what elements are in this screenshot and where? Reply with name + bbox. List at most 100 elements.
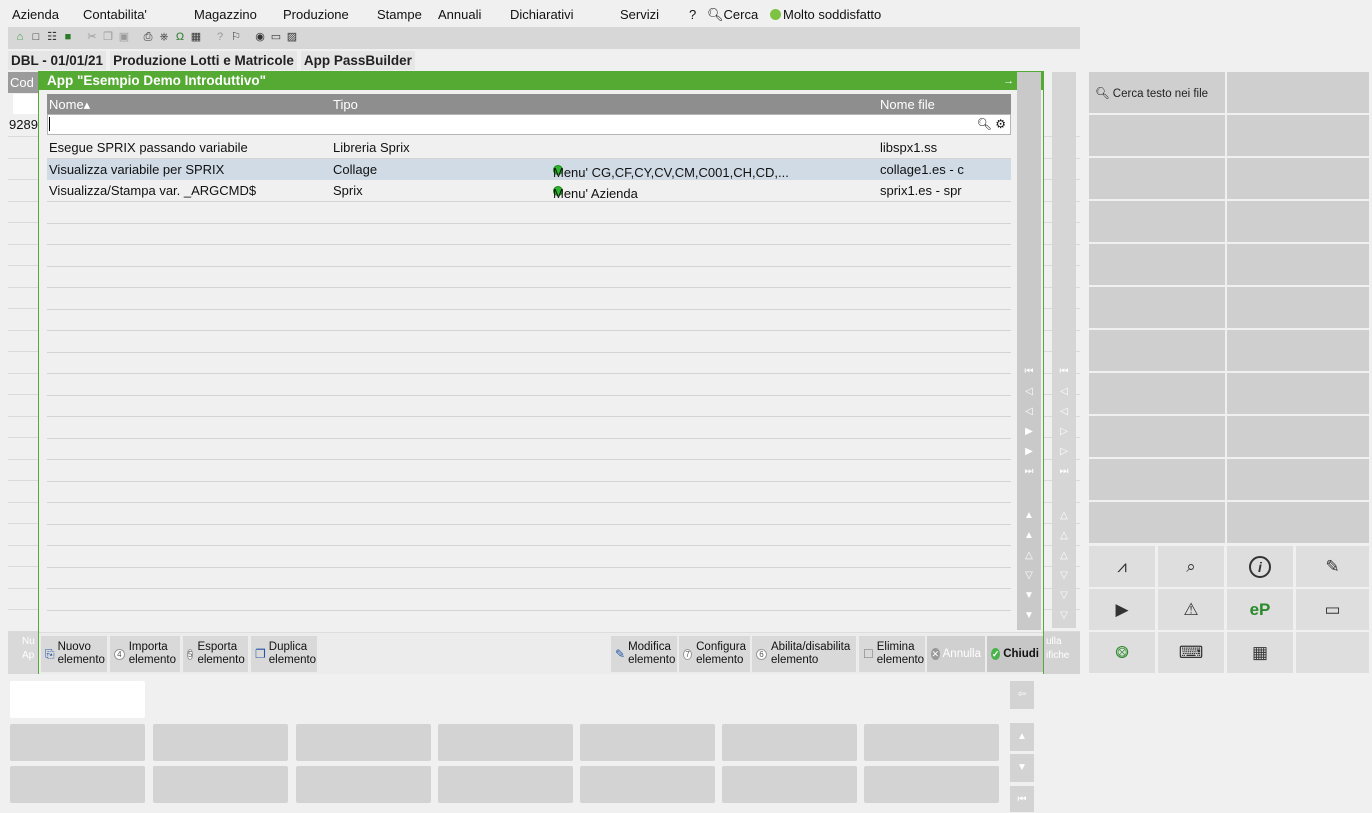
next-page-icon[interactable]: ▶ — [1023, 446, 1035, 458]
right-panel-cell[interactable] — [1089, 502, 1225, 543]
menu-help[interactable]: ? — [689, 7, 696, 22]
right-panel-cell[interactable] — [1089, 287, 1225, 328]
printer-setup-icon[interactable]: ⎈ — [158, 31, 170, 43]
next-icon[interactable]: ▶ — [1023, 426, 1035, 438]
bottom-down-icon[interactable]: ▼ — [1010, 754, 1034, 782]
delete-element-button[interactable]: ☐ Elimina elemento — [859, 636, 925, 672]
copy-icon[interactable]: ❐ — [102, 31, 114, 43]
menu-feedback[interactable]: Molto soddisfatto — [770, 7, 881, 22]
filter-input[interactable]: 🔍︎ ⚙ — [47, 114, 1011, 135]
search-files-button[interactable]: 🔍︎ Cerca testo nei file — [1089, 72, 1225, 113]
behind-cancel-changes-button[interactable]: ulla ifiche — [1044, 632, 1080, 674]
menu-servizi[interactable]: Servizi — [620, 7, 659, 22]
bottom-button[interactable] — [10, 724, 145, 761]
factory-chart-button[interactable]: ⩘ — [1089, 546, 1155, 587]
prev-page-icon[interactable]: ◁ — [1023, 386, 1035, 398]
import-element-button[interactable]: 4 Importa elemento — [110, 636, 180, 672]
menu-stampe[interactable]: Stampe — [377, 7, 422, 22]
calculator-icon[interactable]: ▦ — [190, 31, 202, 43]
table-row[interactable]: Visualizza/Stampa var. _ARGCMD$ Sprix Me… — [47, 180, 1011, 201]
menu-cerca[interactable]: 🔍︎Cerca — [707, 7, 758, 23]
toggle-element-button[interactable]: 6 Abilita/disabilita elemento — [752, 636, 856, 672]
pin-icon[interactable]: → — [1003, 75, 1017, 87]
page-up-icon[interactable]: △ — [1058, 530, 1070, 542]
up-icon[interactable]: △ — [1023, 550, 1035, 562]
right-panel-cell[interactable] — [1227, 502, 1369, 543]
top-icon[interactable]: ▲ — [1023, 510, 1035, 522]
edit-element-button[interactable]: ✎ Modifica elemento — [611, 636, 677, 672]
right-panel-cell[interactable] — [1227, 459, 1369, 500]
tree-icon[interactable]: ☷ — [46, 31, 58, 43]
column-name-header[interactable]: Nome▴ — [49, 97, 90, 113]
window-icon[interactable]: ■ — [62, 31, 74, 43]
close-button[interactable]: ✓ Chiudi — [987, 636, 1043, 672]
grid-button[interactable]: ▦ — [1227, 632, 1293, 673]
bottom-button[interactable] — [153, 766, 288, 803]
export-element-button[interactable]: 5 Esporta elemento — [183, 636, 248, 672]
help-icon[interactable]: ? — [214, 31, 226, 43]
home-icon[interactable]: ⌂ — [14, 31, 26, 43]
menu-dichiarativi[interactable]: Dichiarativi — [510, 7, 574, 22]
right-panel-cell[interactable] — [1227, 201, 1369, 242]
right-panel-cell[interactable] — [1089, 115, 1225, 156]
bottom-button[interactable] — [580, 766, 715, 803]
context-help-icon[interactable]: ⚐ — [230, 31, 242, 43]
right-panel-cell[interactable] — [1227, 330, 1369, 371]
right-panel-cell[interactable] — [1089, 416, 1225, 457]
page-up-icon[interactable]: ▲ — [1023, 530, 1035, 542]
table-row[interactable]: Esegue SPRIX passando variabile Libreria… — [47, 137, 1011, 158]
menu-magazzino[interactable]: Magazzino — [194, 7, 257, 22]
bottom-back-icon[interactable]: ⇦ — [1010, 681, 1034, 709]
search-icon[interactable]: 🔍︎ — [977, 117, 992, 131]
right-panel-cell[interactable] — [1089, 373, 1225, 414]
column-type-header[interactable]: Tipo — [333, 97, 358, 112]
bottom-icon[interactable]: ▽ — [1058, 610, 1070, 622]
duplicate-element-button[interactable]: ❐ Duplica elemento — [251, 636, 317, 672]
page-down-icon[interactable]: ▼ — [1023, 590, 1035, 602]
bottom-button[interactable] — [864, 724, 999, 761]
down-icon[interactable]: ▽ — [1023, 570, 1035, 582]
paste-icon[interactable]: ▣ — [118, 31, 130, 43]
down-icon[interactable]: ▽ — [1058, 570, 1070, 582]
column-file-header[interactable]: Nome file — [880, 97, 935, 112]
right-panel-cell[interactable] — [1089, 244, 1225, 285]
configure-element-button[interactable]: 7 Configura elemento — [679, 636, 750, 672]
basket-button[interactable]: ⨷ — [1089, 632, 1155, 673]
right-panel-cell[interactable] — [1089, 158, 1225, 199]
right-panel-cell[interactable] — [1296, 632, 1369, 673]
bottom-first-icon[interactable]: ⏮︎ — [1010, 786, 1034, 812]
bottom-button[interactable] — [722, 766, 857, 803]
print-icon[interactable]: ⎙ — [142, 31, 154, 43]
search-doc-button[interactable]: ⌕ — [1158, 546, 1224, 587]
cancel-button[interactable]: ✕ Annulla — [927, 636, 985, 672]
radio-icon[interactable]: ◉ — [254, 31, 266, 43]
right-panel-cell[interactable] — [1227, 115, 1369, 156]
ep-lock-button[interactable]: eP — [1227, 589, 1293, 630]
right-panel-cell[interactable] — [1089, 459, 1225, 500]
breadcrumb-item-company[interactable]: DBL - 01/01/21 — [8, 51, 107, 70]
bottom-button[interactable] — [296, 766, 431, 803]
right-panel-cell[interactable] — [1227, 244, 1369, 285]
image-icon[interactable]: ▨ — [286, 31, 298, 43]
bottom-button[interactable] — [296, 724, 431, 761]
right-panel-cell[interactable] — [1227, 158, 1369, 199]
bottom-icon[interactable]: ▼ — [1023, 610, 1035, 622]
next-icon[interactable]: ▷ — [1058, 426, 1070, 438]
cut-icon[interactable]: ✂ — [86, 31, 98, 43]
right-panel-cell[interactable] — [1227, 373, 1369, 414]
behind-new-button[interactable]: Nu Ap — [8, 632, 38, 674]
first-page-icon[interactable]: ⏮︎ — [1058, 366, 1070, 378]
info-button[interactable]: i — [1227, 546, 1293, 587]
menu-annuali[interactable]: Annuali — [438, 7, 481, 22]
gear-icon[interactable]: ⚙ — [995, 117, 1006, 131]
prev-icon[interactable]: ◁ — [1023, 406, 1035, 418]
bottom-button[interactable] — [438, 766, 573, 803]
table-row[interactable]: Visualizza variabile per SPRIX Collage M… — [47, 159, 1011, 180]
top-icon[interactable]: △ — [1058, 510, 1070, 522]
bottom-button[interactable] — [10, 766, 145, 803]
keyboard-button[interactable]: ⌨ — [1158, 632, 1224, 673]
right-panel-cell[interactable] — [1089, 330, 1225, 371]
breadcrumb-item-app[interactable]: App PassBuilder — [300, 51, 415, 70]
bottom-button[interactable] — [580, 724, 715, 761]
menu-contabilita[interactable]: Contabilita' — [83, 7, 147, 22]
